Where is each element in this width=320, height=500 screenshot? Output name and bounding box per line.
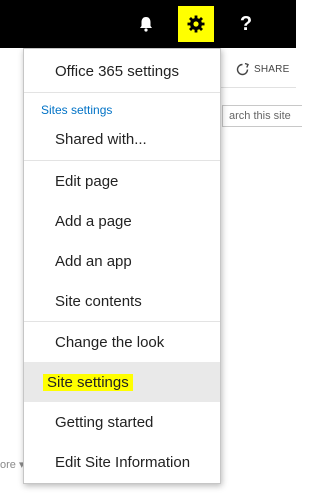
menu-item-office-365-settings[interactable]: Office 365 settings xyxy=(24,51,220,91)
settings-highlight xyxy=(178,6,214,42)
search-input[interactable]: arch this site xyxy=(222,105,302,127)
more-link[interactable]: ore ▾ xyxy=(0,458,24,471)
menu-item-add-page[interactable]: Add a page xyxy=(24,201,220,241)
help-icon: ? xyxy=(239,12,253,35)
menu-item-label: Shared with... xyxy=(55,130,147,148)
notifications-button[interactable] xyxy=(122,0,170,48)
menu-item-label: Add an app xyxy=(55,252,132,270)
menu-item-label: Office 365 settings xyxy=(55,62,179,80)
menu-item-add-app[interactable]: Add an app xyxy=(24,241,220,281)
menu-item-label: Getting started xyxy=(55,413,154,431)
menu-item-label: Add a page xyxy=(55,212,132,230)
share-button[interactable]: SHARE xyxy=(236,63,289,76)
share-icon xyxy=(236,63,249,76)
settings-button[interactable] xyxy=(172,0,220,48)
menu-item-label: Edit Site Information xyxy=(55,453,191,471)
menu-item-getting-started[interactable]: Getting started xyxy=(24,402,220,442)
menu-item-edit-page[interactable]: Edit page xyxy=(24,161,220,201)
menu-item-shared-with[interactable]: Shared with... xyxy=(24,119,220,159)
menu-item-change-the-look[interactable]: Change the look xyxy=(24,322,220,362)
menu-item-label: Site settings xyxy=(43,373,133,391)
bell-icon xyxy=(140,17,152,32)
share-label: SHARE xyxy=(254,64,290,75)
menu-item-label: Site contents xyxy=(55,292,142,310)
menu-divider xyxy=(24,92,220,93)
menu-item-site-contents[interactable]: Site contents xyxy=(24,281,220,321)
menu-item-label: Change the look xyxy=(55,333,165,351)
settings-menu: Office 365 settings Sites settings Share… xyxy=(23,48,221,484)
help-button[interactable]: ? xyxy=(222,0,270,48)
menu-item-site-settings[interactable]: Site settings xyxy=(24,362,220,402)
gear-icon xyxy=(187,15,205,33)
menu-item-edit-site-information[interactable]: Edit Site Information xyxy=(24,442,220,482)
section-label-sites-settings: Sites settings xyxy=(41,103,113,117)
suite-bar: ? xyxy=(0,0,296,48)
menu-item-label: Edit page xyxy=(55,172,119,190)
